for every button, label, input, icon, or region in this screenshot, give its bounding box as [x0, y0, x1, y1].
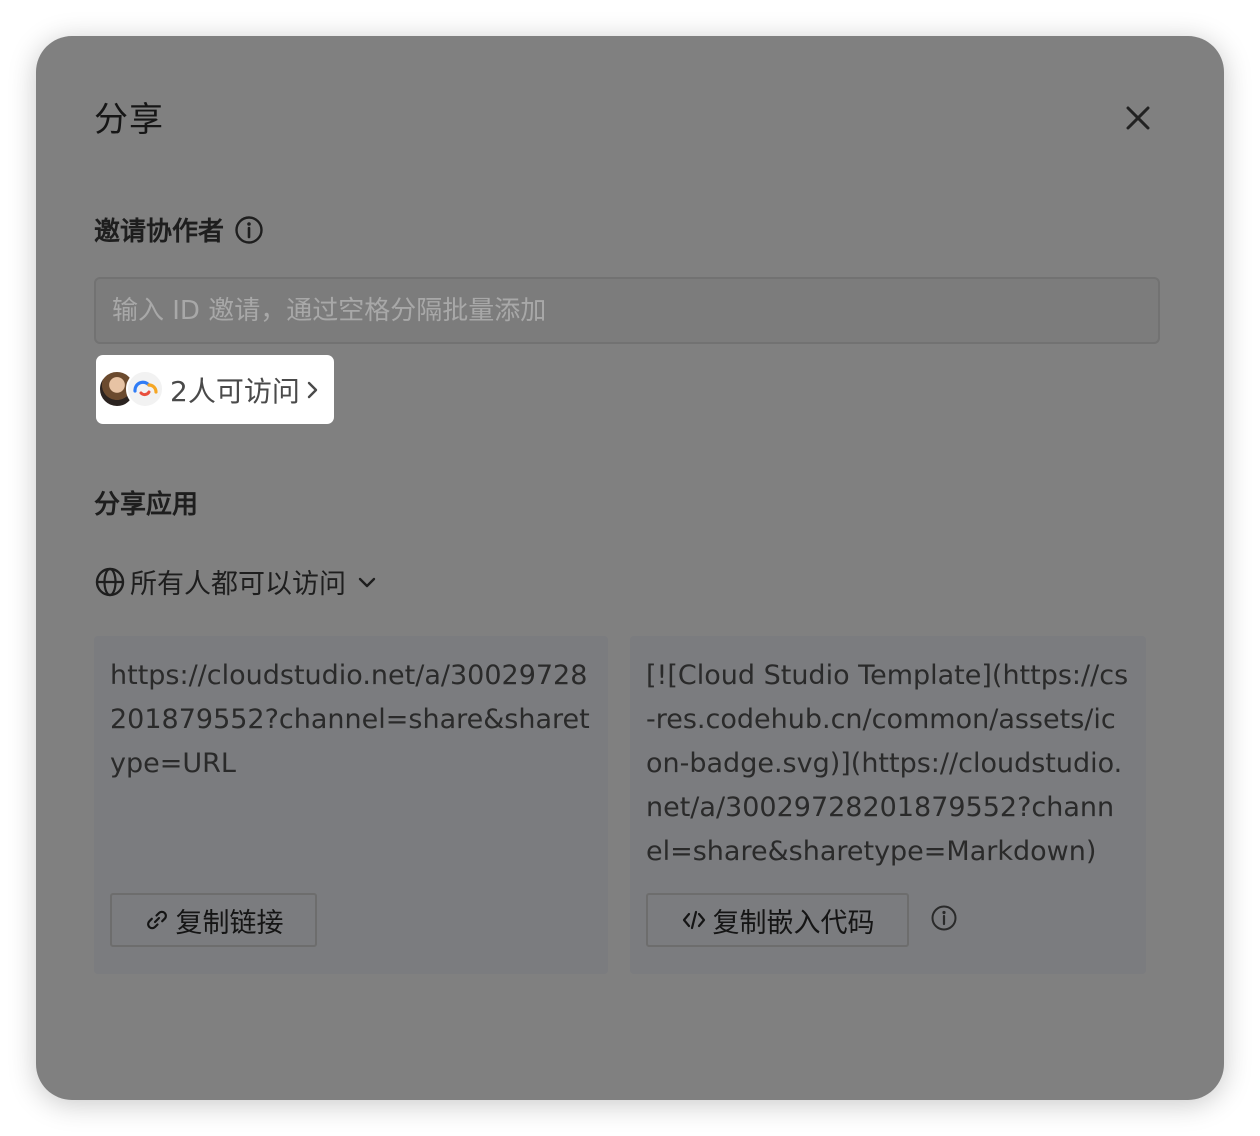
info-icon[interactable]: [930, 904, 958, 932]
share-dialog: 分享 邀请协作者 2人可访问 分享应用: [36, 36, 1224, 1100]
share-url-card: https://cloudstudio.net/a/30029728201879…: [94, 636, 608, 974]
visibility-label: 所有人都可以访问: [130, 569, 346, 600]
access-count-label: 2人可访问: [170, 375, 300, 408]
close-icon[interactable]: [1120, 100, 1156, 136]
info-icon[interactable]: [234, 215, 264, 245]
share-url-text: https://cloudstudio.net/a/30029728201879…: [110, 660, 590, 779]
copy-link-button[interactable]: 复制链接: [110, 893, 317, 947]
chevron-down-icon: [358, 577, 376, 587]
embed-code-text: [![Cloud Studio Template](https://cs-res…: [646, 660, 1129, 867]
invite-label-text: 邀请协作者: [94, 217, 225, 247]
invite-id-input[interactable]: [94, 277, 1160, 344]
avatar: [126, 370, 164, 408]
copy-embed-label: 复制嵌入代码: [712, 907, 875, 939]
copy-link-label: 复制链接: [175, 907, 284, 939]
link-icon: [146, 910, 167, 930]
code-icon: [682, 910, 705, 930]
share-app-section-label: 分享应用: [94, 490, 199, 520]
invite-section-label: 邀请协作者: [94, 211, 264, 248]
cloud-studio-logo-icon: [133, 380, 158, 397]
copy-embed-code-button[interactable]: 复制嵌入代码: [646, 893, 909, 947]
globe-icon: [95, 567, 125, 596]
dialog-title: 分享: [94, 100, 164, 140]
access-members-chip[interactable]: 2人可访问: [96, 355, 334, 424]
chevron-right-icon: [307, 381, 318, 399]
visibility-dropdown[interactable]: 所有人都可以访问: [94, 562, 378, 601]
embed-code-card: [![Cloud Studio Template](https://cs-res…: [630, 636, 1146, 974]
